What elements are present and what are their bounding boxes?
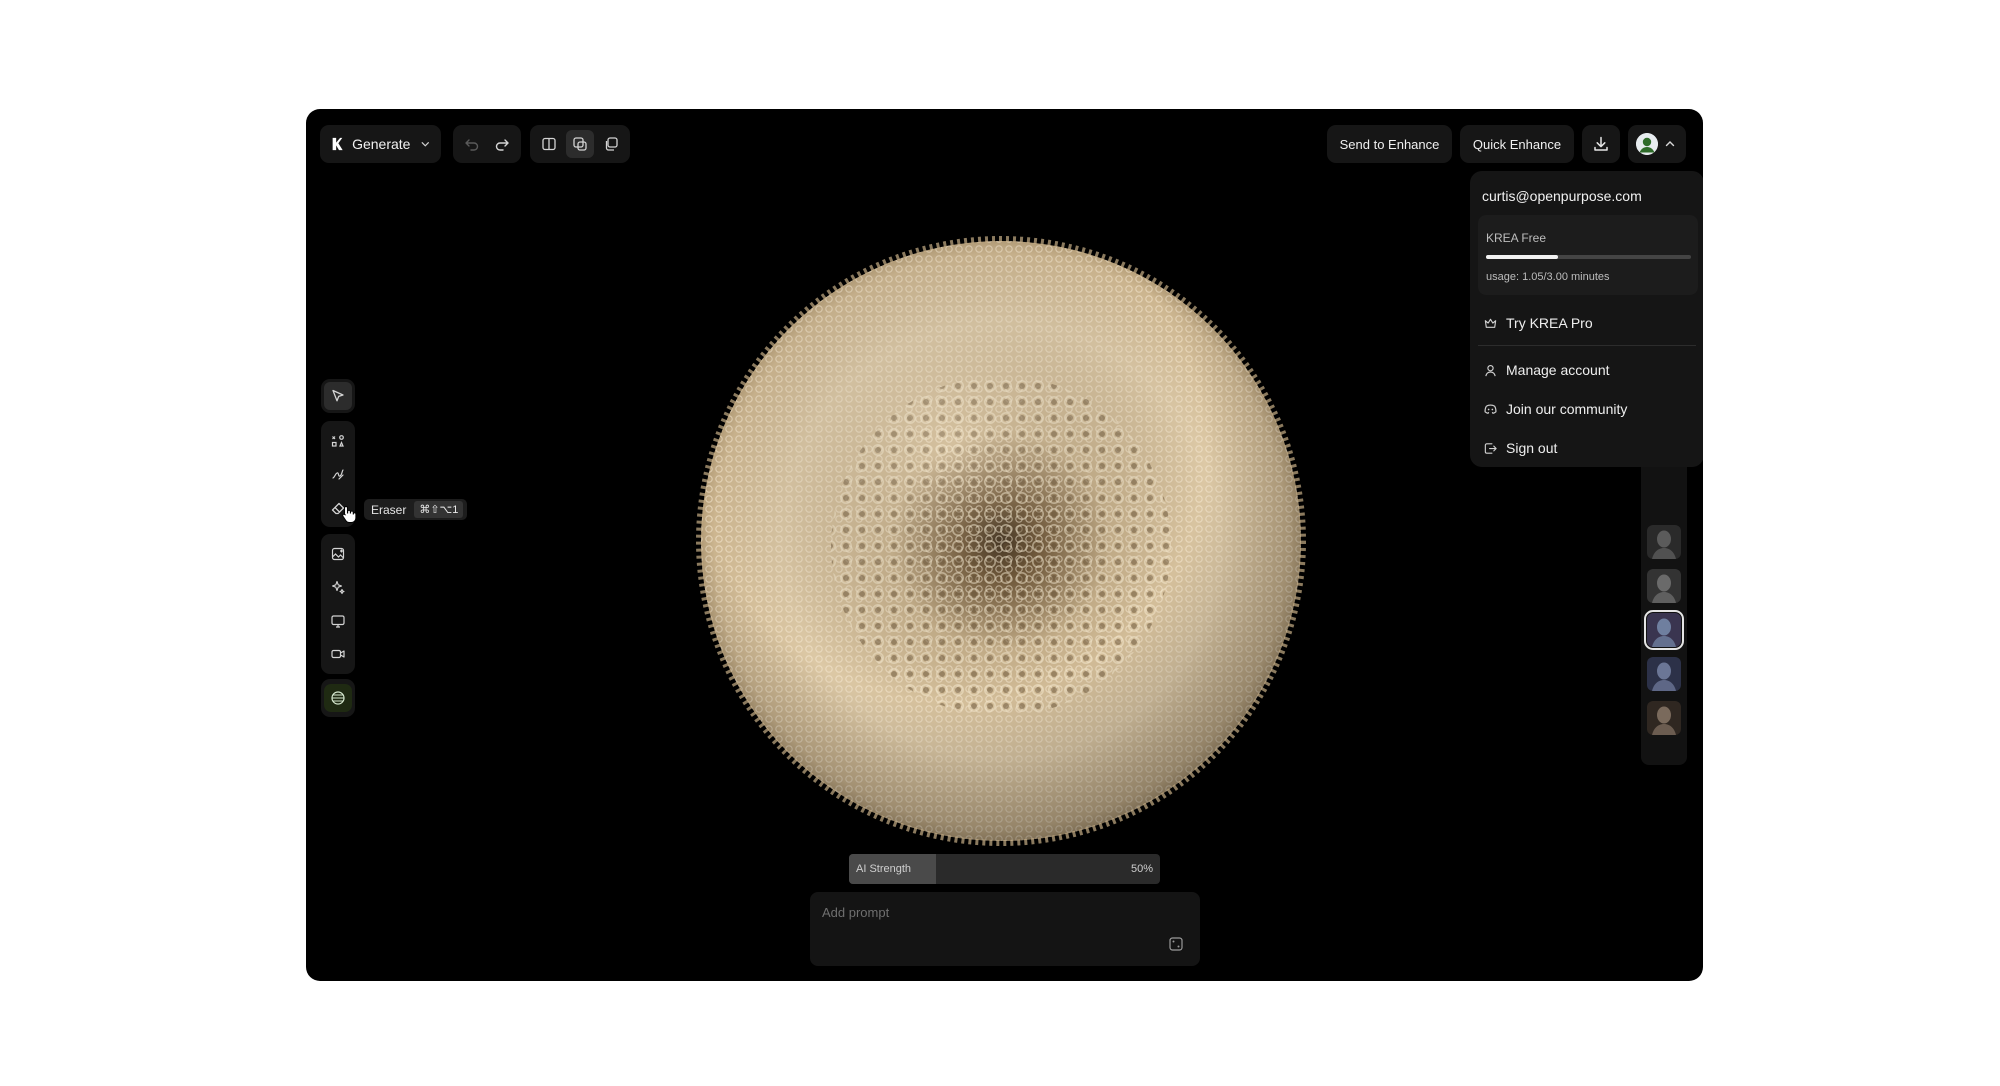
- dice-random-icon[interactable]: [1168, 936, 1184, 952]
- chevron-down-icon: [422, 142, 430, 147]
- krea-logo-icon: [332, 137, 343, 151]
- avatar: [1636, 133, 1658, 155]
- image-add-icon: [331, 547, 345, 560]
- stack-view-button[interactable]: [597, 130, 625, 158]
- select-tool-button[interactable]: [324, 382, 352, 410]
- usage-bar-fill: [1486, 255, 1558, 259]
- video-tool-button[interactable]: [324, 640, 352, 668]
- download-button[interactable]: [1582, 125, 1620, 163]
- join-community-label: Join our community: [1506, 401, 1628, 417]
- mode-label: Generate: [352, 136, 411, 152]
- history-thumbnail[interactable]: [1647, 525, 1681, 559]
- user-icon: [1485, 364, 1496, 376]
- ai-strength-slider[interactable]: AI Strength 50%: [849, 854, 1160, 884]
- overlay-view-icon: [573, 137, 587, 151]
- eraser-tooltip: Eraser ⌘⇧⌥1: [364, 499, 468, 520]
- split-view-button[interactable]: [535, 130, 563, 158]
- try-pro-menu-item[interactable]: Try KREA Pro: [1478, 308, 1696, 338]
- tooltip-label: Eraser: [371, 502, 407, 517]
- portrait-thumbnail-icon: [1647, 569, 1681, 603]
- account-menu-button[interactable]: [1628, 125, 1686, 163]
- history-thumbnail[interactable]: [1644, 610, 1684, 650]
- undo-icon: [465, 139, 478, 151]
- sign-out-icon: [1484, 442, 1497, 454]
- crown-icon: [1484, 318, 1497, 328]
- sign-out-menu-item[interactable]: Sign out: [1478, 433, 1696, 463]
- krea-app-window: Generate Send to Enhance Quick Enhance E…: [306, 109, 1703, 981]
- prompt-input[interactable]: [822, 902, 1162, 922]
- draw-tool-button[interactable]: [324, 460, 352, 488]
- tooltip-shortcut: ⌘⇧⌥1: [414, 501, 464, 518]
- prompt-box: [810, 892, 1200, 966]
- globe-icon: [331, 691, 345, 705]
- portrait-thumbnail-icon: [1647, 525, 1681, 559]
- manage-account-menu-item[interactable]: Manage account: [1478, 355, 1696, 385]
- tool-group-select: [321, 379, 355, 413]
- plan-card: KREA Free usage: 1.05/3.00 minutes: [1478, 215, 1698, 295]
- account-email: curtis@openpurpose.com: [1482, 188, 1642, 204]
- user-avatar-icon: [1636, 133, 1658, 155]
- download-icon: [1594, 136, 1608, 151]
- history-thumbnails: [1641, 459, 1687, 765]
- history-group: [453, 125, 521, 163]
- grid-objects-icon: [331, 434, 344, 447]
- send-to-enhance-button[interactable]: Send to Enhance: [1327, 125, 1452, 163]
- overlay-view-button[interactable]: [566, 130, 594, 158]
- try-pro-label: Try KREA Pro: [1506, 315, 1593, 331]
- tool-group-world: [321, 679, 355, 717]
- ai-strength-label: AI Strength: [856, 863, 912, 875]
- world-tool-button[interactable]: [324, 684, 352, 712]
- quick-enhance-button[interactable]: Quick Enhance: [1460, 125, 1574, 163]
- portrait-thumbnail-icon: [1647, 613, 1681, 647]
- chevron-up-icon: [1665, 141, 1675, 147]
- join-community-menu-item[interactable]: Join our community: [1478, 394, 1696, 424]
- history-thumbnail[interactable]: [1647, 569, 1681, 603]
- pen-scribble-icon: [332, 469, 344, 480]
- stack-view-icon: [605, 137, 618, 151]
- usage-text: usage: 1.05/3.00 minutes: [1486, 271, 1610, 283]
- video-camera-icon: [331, 650, 345, 659]
- hand-cursor-icon: [342, 506, 356, 523]
- manage-account-label: Manage account: [1506, 362, 1610, 378]
- redo-icon: [496, 139, 509, 151]
- generated-image: [694, 234, 1308, 848]
- objects-tool-button[interactable]: [324, 427, 352, 455]
- ai-strength-value: 50%: [1130, 863, 1153, 875]
- usage-bar: [1486, 255, 1691, 259]
- redo-button[interactable]: [489, 130, 517, 158]
- sign-out-label: Sign out: [1506, 440, 1558, 456]
- history-thumbnail[interactable]: [1647, 657, 1681, 691]
- history-thumbnail[interactable]: [1647, 701, 1681, 735]
- view-mode-group: [530, 125, 630, 163]
- split-view-icon: [542, 137, 556, 151]
- mode-dropdown[interactable]: Generate: [320, 125, 441, 163]
- menu-divider: [1478, 345, 1696, 346]
- tool-group-modes: [321, 534, 355, 674]
- discord-icon: [1484, 404, 1497, 414]
- image-tool-button[interactable]: [324, 540, 352, 568]
- pointer-icon: [332, 389, 344, 402]
- undo-button[interactable]: [458, 130, 486, 158]
- screen-tool-button[interactable]: [324, 607, 352, 635]
- straw-sphere-image: [696, 236, 1306, 846]
- sparkle-icon: [331, 581, 345, 595]
- portrait-thumbnail-icon: [1647, 701, 1681, 735]
- plan-name: KREA Free: [1486, 231, 1547, 245]
- enhance-tool-button[interactable]: [324, 573, 352, 601]
- account-dropdown-menu: curtis@openpurpose.com KREA Free usage: …: [1470, 171, 1703, 467]
- monitor-icon: [331, 615, 345, 628]
- portrait-thumbnail-icon: [1647, 657, 1681, 691]
